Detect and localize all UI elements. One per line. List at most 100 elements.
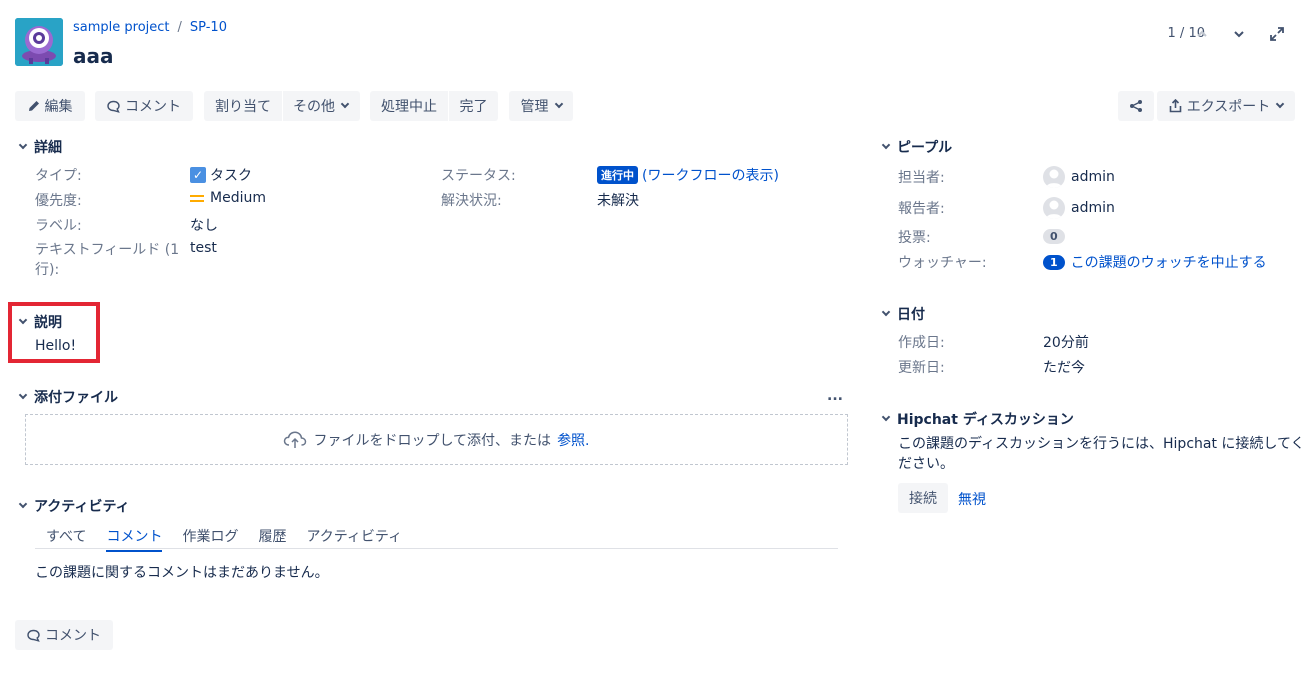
- priority-label: 優先度:: [35, 193, 82, 209]
- chevron-down-icon: [1276, 99, 1285, 109]
- chevron-up-icon: [1197, 30, 1207, 37]
- hipchat-ignore-link[interactable]: 無視: [958, 489, 986, 509]
- bottom-comment-button[interactable]: コメント: [15, 620, 113, 650]
- collapse-toggle-icon[interactable]: [881, 307, 891, 317]
- stop-watching-link[interactable]: この課題のウォッチを中止する: [1071, 252, 1267, 272]
- collapse-toggle-icon[interactable]: [18, 315, 28, 325]
- resolution-value: 未解決: [597, 193, 639, 209]
- assign-button[interactable]: 割り当て: [204, 91, 283, 121]
- assignee-label: 担当者:: [898, 170, 945, 186]
- reporter-label: 報告者:: [898, 201, 945, 217]
- dropzone-text: ファイルをドロップして添付、または: [313, 432, 552, 449]
- comment-button[interactable]: コメント: [95, 91, 193, 121]
- chevron-down-icon: [1234, 31, 1244, 38]
- labels-value[interactable]: なし: [190, 215, 218, 235]
- transition-button-group: 処理中止 完了: [370, 91, 498, 121]
- hipchat-description: この課題のディスカッションを行うには、Hipchat に接続してください。: [898, 436, 1305, 472]
- description-heading: 説明: [34, 315, 62, 331]
- updated-label: 更新日:: [898, 360, 945, 376]
- browse-link[interactable]: 参照.: [557, 430, 589, 450]
- details-heading: 詳細: [34, 140, 62, 156]
- reporter-value[interactable]: admin: [1043, 197, 1115, 219]
- people-section-header[interactable]: ピープル: [881, 137, 952, 157]
- hipchat-connect-button[interactable]: 接続: [898, 483, 948, 513]
- attachments-more-button[interactable]: ...: [827, 388, 843, 404]
- expand-view-button[interactable]: [1267, 25, 1287, 43]
- expand-icon: [1270, 27, 1284, 41]
- collapse-toggle-icon[interactable]: [18, 499, 28, 509]
- created-value: 20分前: [1043, 335, 1089, 351]
- status-label: ステータス:: [441, 168, 516, 184]
- status-value: 進行中 (ワークフローの表示): [597, 165, 779, 185]
- dates-section-header[interactable]: 日付: [881, 304, 925, 324]
- attachments-heading: 添付ファイル: [34, 390, 118, 406]
- breadcrumb-issue-key-link[interactable]: SP-10: [190, 20, 227, 35]
- priority-value-text: Medium: [210, 190, 266, 206]
- created-label: 作成日:: [898, 335, 945, 351]
- issue-title[interactable]: aaa: [73, 44, 114, 68]
- collapse-toggle-icon[interactable]: [18, 390, 28, 400]
- project-avatar[interactable]: [15, 18, 63, 66]
- watchers-label: ウォッチャー:: [898, 255, 987, 271]
- resolution-label: 解決状況:: [441, 193, 502, 209]
- status-lozenge: 進行中: [597, 166, 638, 184]
- dates-heading: 日付: [897, 307, 925, 323]
- description-text[interactable]: Hello!: [35, 338, 76, 354]
- description-section-header[interactable]: 説明: [18, 312, 62, 332]
- user-avatar-icon: [1043, 166, 1065, 188]
- attachment-dropzone[interactable]: ファイルをドロップして添付、または 参照.: [25, 414, 848, 465]
- activity-section-header[interactable]: アクティビティ: [18, 496, 130, 516]
- reporter-name: admin: [1071, 200, 1115, 216]
- speech-bubble-icon: [107, 100, 120, 113]
- votes-label: 投票:: [898, 230, 931, 246]
- assignee-name: admin: [1071, 169, 1115, 185]
- tabs-divider: [35, 548, 838, 549]
- stop-progress-button[interactable]: 処理中止: [370, 91, 449, 121]
- watchers-count[interactable]: 1: [1043, 254, 1065, 270]
- no-comments-text: この課題に関するコメントはまだありません。: [35, 565, 329, 581]
- share-button[interactable]: [1118, 91, 1154, 121]
- people-heading: ピープル: [897, 140, 953, 156]
- collapse-toggle-icon[interactable]: [18, 140, 28, 150]
- assignee-value[interactable]: admin: [1043, 166, 1115, 188]
- view-workflow-link[interactable]: (ワークフローの表示): [642, 165, 779, 185]
- chevron-down-icon: [340, 99, 350, 109]
- more-dropdown-label: その他: [293, 99, 335, 115]
- hipchat-section-header[interactable]: Hipchat ディスカッション: [881, 409, 1074, 429]
- comment-button-label: コメント: [125, 99, 181, 115]
- breadcrumb: sample project / SP-10: [73, 20, 227, 35]
- next-issue-button[interactable]: [1229, 25, 1249, 43]
- user-avatar-icon: [1043, 197, 1065, 219]
- votes-badge[interactable]: 0: [1043, 228, 1065, 244]
- details-section-header[interactable]: 詳細: [18, 137, 62, 157]
- textfield-label: テキストフィールド (1行):: [35, 242, 180, 278]
- updated-value: ただ今: [1043, 360, 1085, 376]
- pencil-icon: [28, 101, 39, 111]
- admin-dropdown[interactable]: 管理: [509, 91, 573, 121]
- breadcrumb-separator: /: [177, 20, 182, 35]
- chevron-down-icon: [554, 99, 563, 109]
- activity-heading: アクティビティ: [34, 499, 130, 515]
- more-dropdown[interactable]: その他: [283, 91, 360, 121]
- type-label: タイプ:: [35, 168, 82, 184]
- export-icon: [1169, 99, 1182, 113]
- bottom-comment-button-label: コメント: [45, 628, 101, 644]
- previous-issue-button[interactable]: [1192, 25, 1212, 43]
- edit-button[interactable]: 編集: [15, 91, 85, 121]
- attachments-section-header[interactable]: 添付ファイル: [18, 387, 118, 407]
- breadcrumb-project-link[interactable]: sample project: [73, 20, 170, 35]
- textfield-value[interactable]: test: [190, 240, 217, 256]
- collapse-toggle-icon[interactable]: [881, 412, 891, 422]
- medium-priority-icon: [190, 194, 204, 202]
- labels-label: ラベル:: [35, 218, 82, 234]
- collapse-toggle-icon[interactable]: [881, 140, 891, 150]
- priority-value: Medium: [190, 190, 266, 206]
- share-icon: [1130, 100, 1142, 112]
- edit-button-label: 編集: [44, 99, 73, 115]
- type-value-text: タスク: [210, 168, 252, 184]
- workflow-button-group: 割り当て その他: [204, 91, 360, 121]
- votes-count: 0: [1043, 229, 1065, 244]
- hipchat-heading: Hipchat ディスカッション: [897, 412, 1074, 428]
- done-button[interactable]: 完了: [449, 91, 498, 121]
- export-dropdown[interactable]: エクスポート: [1157, 91, 1295, 121]
